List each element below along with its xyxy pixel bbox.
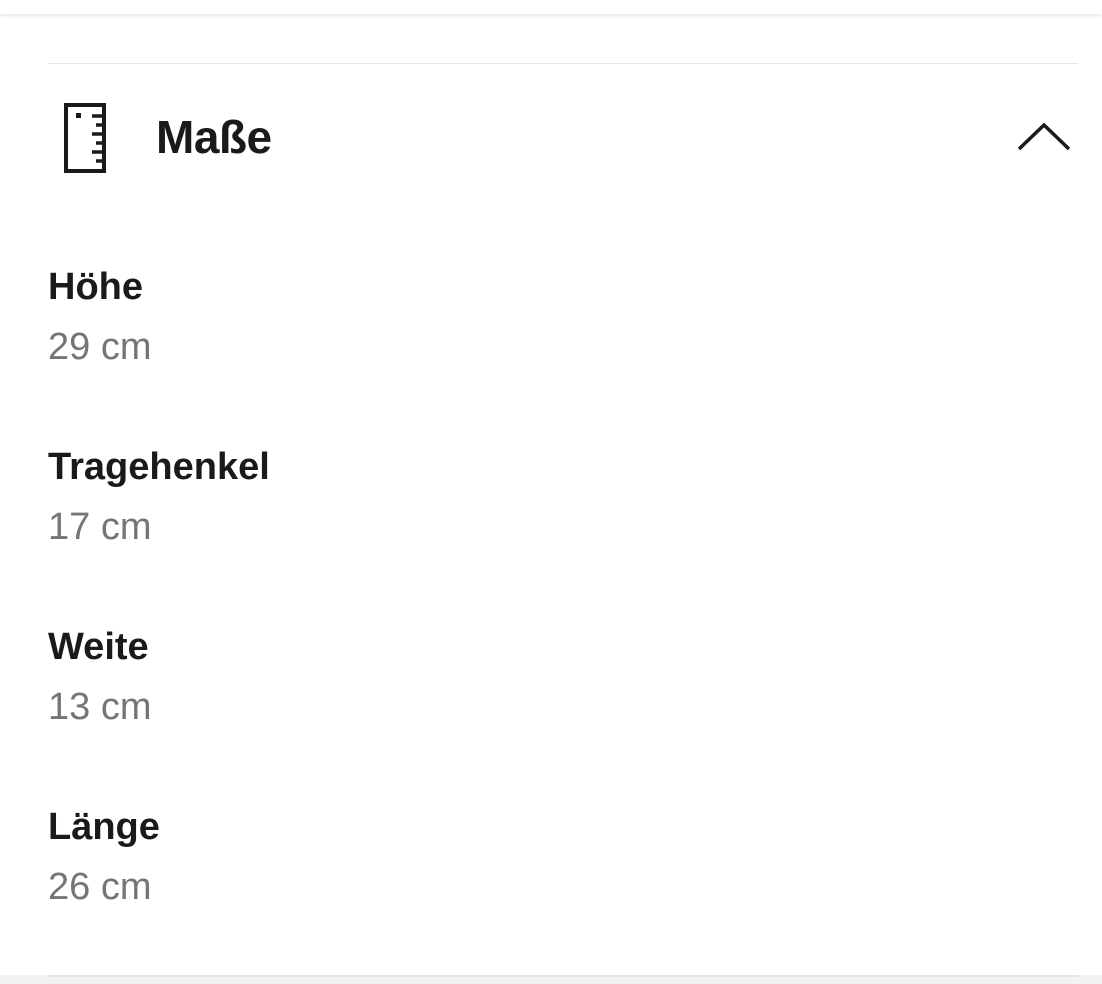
spec-label: Tragehenkel (48, 446, 270, 488)
spec-label: Weite (48, 626, 149, 668)
spec-value: 29 cm (48, 326, 152, 368)
spec-item-handle: Tragehenkel 17 cm (48, 442, 1078, 622)
dimensions-list: Höhe 29 cm Tragehenkel 17 cm Weite 13 cm… (48, 262, 1078, 982)
spec-item-width: Weite 13 cm (48, 622, 1078, 802)
top-bar-edge (0, 0, 1102, 14)
spec-value: 26 cm (48, 866, 152, 908)
spec-value: 17 cm (48, 506, 152, 548)
chevron-up-icon (1016, 122, 1072, 159)
bottom-divider (48, 975, 1078, 977)
collapse-button[interactable] (1016, 116, 1072, 156)
section-divider (48, 63, 1078, 64)
section-title: Maße (156, 111, 272, 163)
spec-item-length: Länge 26 cm (48, 802, 1078, 982)
spec-item-height: Höhe 29 cm (48, 262, 1078, 442)
spec-label: Höhe (48, 266, 143, 308)
ruler-icon (62, 102, 108, 174)
spec-label: Länge (48, 806, 160, 848)
spec-value: 13 cm (48, 686, 152, 728)
dimensions-accordion-header[interactable]: Maße (48, 96, 1078, 180)
product-details-page: Maße Höhe 29 cm Tragehenkel 17 cm Weite … (0, 0, 1102, 984)
